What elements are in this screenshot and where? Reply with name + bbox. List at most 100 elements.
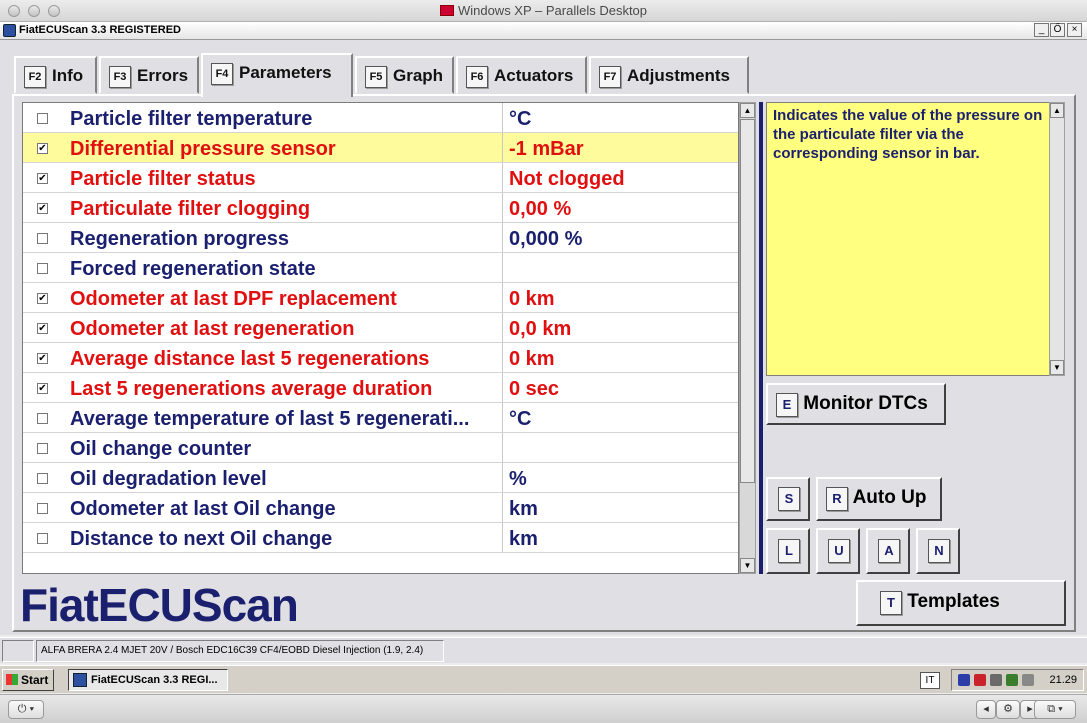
app-title: FiatECUScan 3.3 REGISTERED xyxy=(19,24,181,36)
tab-adjustments-key: F7 xyxy=(599,66,621,88)
status-bar: ALFA BRERA 2.4 MJET 20V / Bosch EDC16C39… xyxy=(0,637,1087,663)
auto-up-key: R xyxy=(826,487,848,511)
table-row[interactable]: ✔ Odometer at last regeneration 0,0 km xyxy=(23,313,738,343)
parameter-value: Not clogged xyxy=(509,168,625,190)
column-separator xyxy=(502,313,503,342)
security-icon[interactable] xyxy=(958,674,970,686)
back-button[interactable]: ◂ xyxy=(976,700,996,719)
scroll-up-arrow-icon[interactable]: ▲ xyxy=(740,103,755,118)
parameter-name: Average temperature of last 5 regenerati… xyxy=(70,408,470,430)
table-row[interactable]: Distance to next Oil change km xyxy=(23,523,738,553)
monitor-dtcs-label: Monitor DTCs xyxy=(803,393,928,414)
parameter-value: 0 sec xyxy=(509,378,560,400)
taskbar-app-label: FiatECUScan 3.3 REGI... xyxy=(91,674,218,686)
start-button[interactable]: Start xyxy=(2,669,54,691)
row-checkbox[interactable]: ✔ xyxy=(37,353,48,364)
parallels-bottom-bar: ⏻ ▾ ◂ ⚙ ▸ ⧉ ▾ xyxy=(0,694,1087,723)
column-separator xyxy=(502,433,503,462)
tab-errors[interactable]: F3 Errors xyxy=(99,56,199,94)
status-cell-empty xyxy=(2,640,34,662)
l-button[interactable]: L xyxy=(766,528,810,574)
row-checkbox[interactable] xyxy=(37,233,48,244)
tab-actuators-key: F6 xyxy=(466,66,488,88)
taskbar: Start FiatECUScan 3.3 REGI... IT 21.29 xyxy=(0,665,1087,693)
row-checkbox[interactable]: ✔ xyxy=(37,323,48,334)
desc-scroll-down-arrow-icon[interactable]: ▼ xyxy=(1050,360,1064,375)
n-button[interactable]: N xyxy=(916,528,960,574)
parameter-name: Particle filter temperature xyxy=(70,108,313,130)
parameter-name: Odometer at last Oil change xyxy=(70,498,336,520)
templates-button[interactable]: T Templates xyxy=(856,580,1066,626)
row-checkbox[interactable]: ✔ xyxy=(37,293,48,304)
row-checkbox[interactable]: ✔ xyxy=(37,143,48,154)
parameter-value: 0,00 % xyxy=(509,198,572,220)
table-row[interactable]: ✔ Differential pressure sensor -1 mBar xyxy=(23,133,738,163)
parameter-value: 0 km xyxy=(509,348,555,370)
parameter-value: 0,000 % xyxy=(509,228,583,250)
row-checkbox[interactable] xyxy=(37,503,48,514)
table-row[interactable]: Odometer at last Oil change km xyxy=(23,493,738,523)
table-row[interactable]: Forced regeneration state xyxy=(23,253,738,283)
start-label: Start xyxy=(21,673,49,687)
row-checkbox[interactable] xyxy=(37,113,48,124)
close-button[interactable]: × xyxy=(1067,23,1082,37)
row-checkbox[interactable] xyxy=(37,413,48,424)
row-checkbox[interactable]: ✔ xyxy=(37,203,48,214)
table-row[interactable]: ✔ Particle filter status Not clogged xyxy=(23,163,738,193)
row-checkbox[interactable] xyxy=(37,473,48,484)
table-row[interactable]: ✔ Odometer at last DPF replacement 0 km xyxy=(23,283,738,313)
u-button[interactable]: U xyxy=(816,528,860,574)
table-row[interactable]: Regeneration progress 0,000 % xyxy=(23,223,738,253)
tab-graph[interactable]: F5 Graph xyxy=(355,56,454,94)
network-icon[interactable] xyxy=(990,674,1002,686)
tab-parameters[interactable]: F4 Parameters xyxy=(201,53,353,97)
table-row[interactable]: Oil degradation level% xyxy=(23,463,738,493)
volume-icon[interactable] xyxy=(1006,674,1018,686)
tab-parameters-label: Parameters xyxy=(239,63,332,82)
column-separator xyxy=(502,253,503,282)
panel-divider xyxy=(759,102,763,574)
connection-icon[interactable] xyxy=(1022,674,1034,686)
s-button[interactable]: S xyxy=(766,477,810,521)
row-checkbox[interactable] xyxy=(37,263,48,274)
table-row[interactable]: Particle filter temperature °C xyxy=(23,103,738,133)
tab-info-key: F2 xyxy=(24,66,46,88)
column-separator xyxy=(502,103,503,132)
minimize-button[interactable]: _ xyxy=(1034,23,1049,37)
column-separator xyxy=(502,223,503,252)
window-mode-button[interactable]: ⧉ ▾ xyxy=(1034,700,1076,719)
description-scrollbar[interactable]: ▲ ▼ xyxy=(1049,102,1065,376)
table-row[interactable]: ✔ Average distance last 5 regenerations 0 … xyxy=(23,343,738,373)
restore-button[interactable]: Ő xyxy=(1050,23,1065,37)
desc-scroll-up-arrow-icon[interactable]: ▲ xyxy=(1050,103,1064,118)
power-menu-button[interactable]: ⏻ ▾ xyxy=(8,700,44,719)
parameter-name: Odometer at last regeneration xyxy=(70,318,355,340)
tab-info[interactable]: F2 Info xyxy=(14,56,97,94)
parameter-name: Particle filter status xyxy=(70,168,256,190)
a-button[interactable]: A xyxy=(866,528,910,574)
table-row[interactable]: ✔ Particulate filter clogging 0,00 % xyxy=(23,193,738,223)
scroll-thumb[interactable] xyxy=(740,119,755,483)
row-checkbox[interactable]: ✔ xyxy=(37,383,48,394)
taskbar-app-button[interactable]: FiatECUScan 3.3 REGI... xyxy=(68,669,228,691)
table-row[interactable]: ✔ Last 5 regenerations average duration 0 … xyxy=(23,373,738,403)
auto-up-button[interactable]: R Auto Up xyxy=(816,477,942,521)
tab-parameters-key: F4 xyxy=(211,63,233,85)
row-checkbox[interactable] xyxy=(37,533,48,544)
monitor-dtcs-button[interactable]: E Monitor DTCs xyxy=(766,383,946,425)
mac-window-title: Windows XP – Parallels Desktop xyxy=(0,3,1087,18)
tab-adjustments[interactable]: F7 Adjustments xyxy=(589,56,749,94)
column-separator xyxy=(502,283,503,312)
row-checkbox[interactable] xyxy=(37,443,48,454)
table-row[interactable]: Average temperature of last 5 regenerati… xyxy=(23,403,738,433)
row-checkbox[interactable]: ✔ xyxy=(37,173,48,184)
settings-gear-icon[interactable]: ⚙ xyxy=(996,700,1020,719)
parameter-name: Oil degradation level xyxy=(70,468,267,490)
antivirus-icon[interactable] xyxy=(974,674,986,686)
language-indicator[interactable]: IT xyxy=(920,672,940,689)
table-scrollbar[interactable]: ▲ ▼ xyxy=(739,102,756,574)
column-separator xyxy=(502,403,503,432)
scroll-down-arrow-icon[interactable]: ▼ xyxy=(740,558,755,573)
tab-actuators[interactable]: F6 Actuators xyxy=(456,56,587,94)
table-row[interactable]: Oil change counter xyxy=(23,433,738,463)
